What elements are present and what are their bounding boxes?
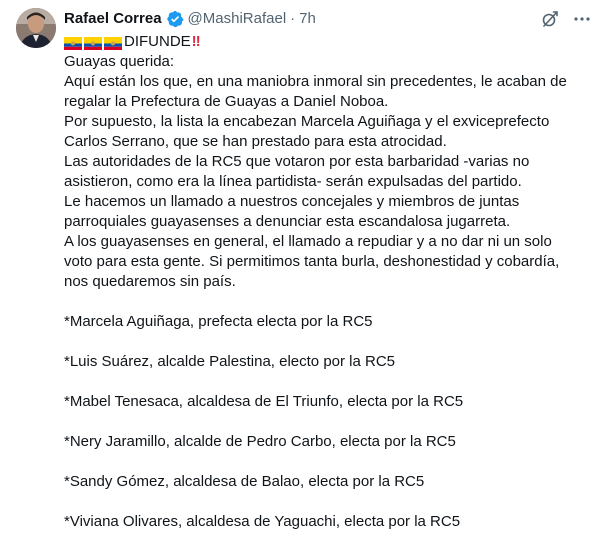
tweet-body: DIFUNDE ‼ Guayas querida: Aquí están los…: [64, 32, 604, 532]
more-options-button[interactable]: [571, 8, 593, 30]
grok-button[interactable]: [539, 8, 561, 30]
list-item: *Luis Suárez, alcalde Palestina, electo …: [64, 353, 396, 370]
paragraph-line: Le hacemos un llamado a nuestros conceja…: [64, 193, 520, 210]
paragraph-line: Guayas querida:: [64, 53, 175, 70]
separator-dot: ·: [290, 10, 296, 27]
paragraph-line: Carlos Serrano, que se han prestado para…: [64, 133, 447, 150]
ecuador-flag-icon: [64, 36, 82, 50]
headline-text: DIFUNDE: [124, 33, 191, 50]
paragraph-line: nos quedaremos sin país.: [64, 273, 236, 290]
ecuador-flag-icon: [104, 36, 122, 50]
tweet: Rafael Correa @MashiRafael · 7h DIFUNDE …: [0, 0, 609, 551]
ecuador-flag-icon: [84, 36, 102, 50]
timestamp[interactable]: 7h: [299, 9, 316, 29]
avatar-photo: [16, 8, 56, 48]
paragraph-line: voto para esta gente. Si permitimos tant…: [64, 253, 560, 270]
elected-list: *Marcela Aguiñaga, prefecta electa por l…: [64, 292, 604, 532]
paragraph-line: parroquiales guayasenses a denunciar est…: [64, 213, 511, 230]
tweet-actions: [539, 8, 593, 30]
list-item: *Marcela Aguiñaga, prefecta electa por l…: [64, 313, 373, 330]
tweet-paragraph: Guayas querida: Aquí están los que, en u…: [64, 52, 604, 292]
more-dots-icon: [574, 17, 590, 21]
list-item: *Viviana Olivares, alcaldesa de Yaguachi…: [64, 513, 461, 530]
paragraph-line: Las autoridades de la RC5 que votaron po…: [64, 153, 530, 170]
paragraph-line: A los guayasenses en general, el llamado…: [64, 233, 552, 250]
list-item: *Mabel Tenesaca, alcaldesa de El Triunfo…: [64, 393, 464, 410]
author-handle[interactable]: @MashiRafael: [188, 9, 287, 29]
headline: DIFUNDE ‼: [64, 32, 604, 52]
double-exclamation-icon: ‼: [191, 33, 201, 50]
list-item: *Nery Jaramillo, alcalde de Pedro Carbo,…: [64, 433, 456, 450]
paragraph-line: asistieron, como era la línea partidista…: [64, 173, 522, 190]
verified-badge-icon: [166, 10, 184, 28]
list-item: *Sandy Gómez, alcaldesa de Balao, electa…: [64, 473, 425, 490]
paragraph-line: regalar la Prefectura de Guayas a Daniel…: [64, 93, 389, 110]
avatar[interactable]: [16, 8, 56, 48]
author-name[interactable]: Rafael Correa: [64, 9, 162, 29]
paragraph-line: Aquí están los que, en una maniobra inmo…: [64, 73, 567, 90]
paragraph-line: Por supuesto, la lista la encabezan Marc…: [64, 113, 550, 130]
tweet-header: Rafael Correa @MashiRafael · 7h: [64, 8, 316, 30]
grok-icon: [542, 11, 558, 27]
